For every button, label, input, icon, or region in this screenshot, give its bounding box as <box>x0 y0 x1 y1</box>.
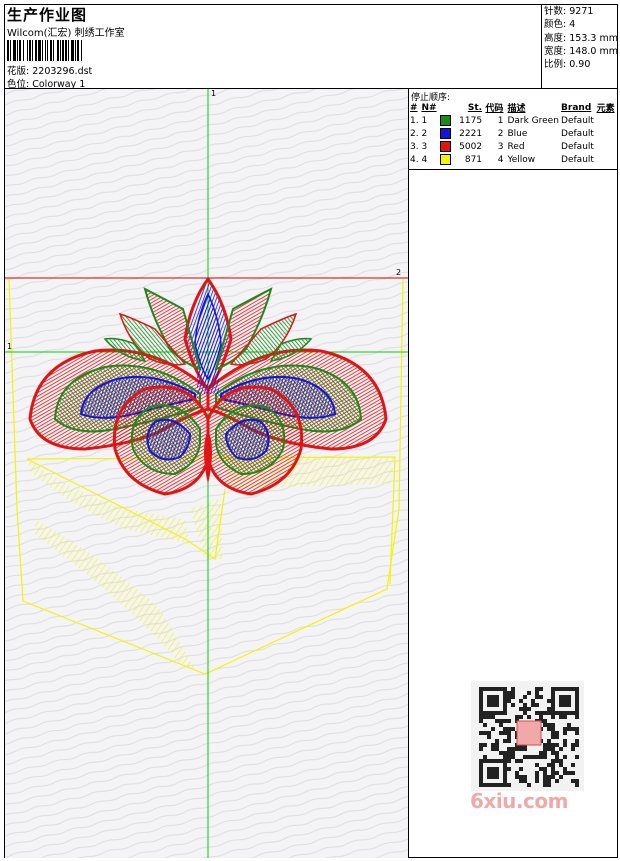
design-canvas[interactable]: 1 2 1 <box>5 89 409 858</box>
stop-sequence-table: # N# St. 代码 描述 Brand 元素 1. 1 1175 1 Dark Gr… <box>410 101 618 166</box>
stop-sequence-row[interactable]: 2. 2 2221 2 Blue Default <box>410 127 618 140</box>
top-guide-label: 2 <box>396 268 402 277</box>
stop-sequence-panel: 停止顺序: # N# St. 代码 描述 Brand 元素 1. 1 1175 1 D… <box>409 89 618 170</box>
stats-panel: 针数: 9271 颜色: 4 高度: 153.3 mm 宽度: 148.0 mm… <box>541 4 618 88</box>
row-code: 4 <box>497 154 504 165</box>
color-count: 颜色: 4 <box>544 19 576 31</box>
row-needle: 2 <box>421 129 428 139</box>
row-stitches: 1175 <box>459 115 483 126</box>
row-stitches: 871 <box>464 154 483 165</box>
row-description: Blue <box>507 128 528 139</box>
col-brand: Brand <box>561 102 592 113</box>
watermark: 6xiu.com <box>470 789 568 813</box>
stitch-count: 针数: 9271 <box>544 6 594 17</box>
col-n: N# <box>421 102 437 113</box>
color-swatch <box>440 115 452 126</box>
embroidery-preview <box>5 89 409 858</box>
stop-sequence-row[interactable]: 3. 3 5002 3 Red Default <box>410 140 618 153</box>
row-code: 3 <box>497 141 504 152</box>
design-width: 宽度: 148.0 mm <box>544 45 618 57</box>
col-desc: 描述 <box>507 104 526 114</box>
col-code: 代码 <box>485 104 504 114</box>
row-element <box>597 127 618 140</box>
row-index: 4. <box>410 154 419 165</box>
row-code: 1 <box>497 115 504 126</box>
row-index: 3. <box>410 141 419 152</box>
col-stitches: St. <box>467 102 483 113</box>
row-brand: Default <box>561 115 594 126</box>
color-swatch <box>440 128 452 139</box>
row-description: Red <box>507 141 525 152</box>
row-needle: 1 <box>421 116 428 126</box>
col-element: 元素 <box>596 104 615 114</box>
row-element <box>597 140 618 153</box>
row-description: Yellow <box>507 154 536 165</box>
color-swatch <box>440 141 452 152</box>
page-title: 生产作业图 <box>7 6 88 24</box>
design-height: 高度: 153.3 mm <box>544 32 618 44</box>
row-brand: Default <box>561 154 594 165</box>
row-brand: Default <box>561 141 594 152</box>
row-element <box>597 153 618 166</box>
qr-code[interactable] <box>471 681 584 791</box>
stop-sequence-row[interactable]: 4. 4 871 4 Yellow Default <box>410 153 618 166</box>
vertical-guide-label: 1 <box>211 89 217 98</box>
row-needle: 3 <box>421 142 428 152</box>
barcode <box>7 40 143 61</box>
row-index: 1. <box>410 115 419 126</box>
color-swatch <box>440 154 452 165</box>
col-hash: # <box>410 102 418 113</box>
row-needle: 4 <box>421 155 428 165</box>
row-description: Dark Green <box>507 115 559 126</box>
qr-code-image <box>479 687 579 787</box>
panel-divider <box>408 89 409 858</box>
row-stitches: 2221 <box>459 128 483 139</box>
row-code: 2 <box>497 128 504 139</box>
row-element <box>597 114 618 127</box>
studio-name: Wilcom(汇宏) 刺绣工作室 <box>7 28 125 39</box>
header: 生产作业图 Wilcom(汇宏) 刺绣工作室 花版: 2203296.dst 色… <box>4 4 541 90</box>
stop-sequence-row[interactable]: 1. 1 1175 1 Dark Green Default <box>410 114 618 127</box>
row-brand: Default <box>561 128 594 139</box>
row-index: 2. <box>410 128 419 139</box>
design-scale: 比例: 0.90 <box>544 59 591 71</box>
mid-guide-label: 1 <box>7 342 13 351</box>
design-file-row: 花版: 2203296.dst <box>7 63 92 77</box>
row-stitches: 5002 <box>459 141 483 152</box>
